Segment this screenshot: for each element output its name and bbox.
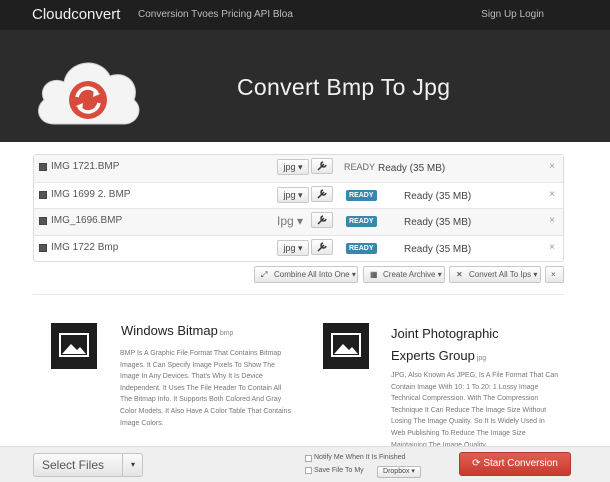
settings-wrench-icon[interactable] [311,185,333,202]
image-placeholder-icon [51,323,97,369]
dropbox-dropdown[interactable]: Dropbox ▾ [377,466,421,478]
archive-icon: ▦ [370,270,378,279]
save-to-label: Save File To My [314,467,364,474]
format-dropdown[interactable]: Ipg ▾ [277,213,309,229]
jpg-description: JPG, Also Known As JPEG, Is A File Forma… [391,372,559,449]
shuffle-icon: ✕ [456,270,463,279]
notify-checkbox[interactable] [305,455,312,462]
convert-all-label: Convert All To Ips ▾ [469,270,538,279]
format-dropdown[interactable]: jpg ▾ [277,239,309,256]
notify-label: Notify Me When It Is Finished [314,454,406,461]
save-to-checkbox[interactable] [305,467,312,474]
status-badge: READY [344,162,376,172]
archive-label: Create Archive ▾ [383,270,442,279]
file-row: IMG_1696.BMP Ipg ▾ READY Ready (35 MB) × [34,208,563,235]
refresh-icon: ⟳ [472,458,484,469]
format-dropdown[interactable]: jpg ▾ [277,159,309,175]
file-status: Ready (35 MB) [404,217,472,228]
file-name: IMG_1696.BMP [51,215,123,226]
bmp-title-text: Windows Bitmap [121,323,218,338]
file-row: IMG 1722 Bmp jpg ▾ READY Ready (35 MB) × [34,234,563,262]
file-list: IMG 1721.BMP jpg ▾ READY Ready (35 MB) ×… [33,154,564,262]
file-name: IMG 1699 2. BMP [51,188,131,200]
caret-down-icon[interactable]: ▾ [122,454,143,476]
bmp-info-title: Windows Bitmap bmp [121,323,233,338]
remove-file-icon[interactable]: × [549,242,555,253]
remove-file-icon[interactable]: × [549,189,555,200]
start-conversion-label: Start Conversion [483,458,558,469]
cloud-logo-icon [38,62,140,125]
image-file-icon [39,217,47,225]
remove-file-icon[interactable]: × [549,215,555,226]
jpg-info-title: Joint Photographic Experts Group jpg [391,323,531,370]
create-archive-button[interactable]: ▦ Create Archive ▾ [363,266,445,283]
section-divider [33,294,564,295]
status-badge: READY [346,189,377,201]
page-title: Convert Bmp To Jpg [237,74,451,100]
select-files-label: Select Files [42,458,105,472]
remove-file-icon[interactable]: × [549,161,555,172]
combine-label: Combine All Into One ▾ [274,270,356,279]
status-badge: READY [346,242,377,254]
file-name: IMG 1721.BMP [51,161,120,172]
jpg-ext-label: jpg [476,355,487,362]
start-conversion-button[interactable]: ⟳ Start Conversion [459,452,571,476]
image-file-icon [39,243,47,252]
bmp-ext-label: bmp [219,330,234,337]
file-row: IMG 1721.BMP jpg ▾ READY Ready (35 MB) × [34,155,563,182]
nav-links[interactable]: Conversion Tvoes Pricing API Bloa [138,9,293,20]
settings-wrench-icon[interactable] [311,238,333,255]
settings-wrench-icon[interactable] [311,212,333,228]
hero-banner: Convert Bmp To Jpg [0,30,610,142]
file-status: Ready (35 MB) [404,190,472,202]
status-badge: READY [346,216,377,227]
image-placeholder-icon [323,323,369,369]
format-dropdown[interactable]: jpg ▾ [277,186,309,203]
combine-button[interactable]: ⤢ Combine All Into One ▾ [254,266,358,283]
top-navbar: Cloudconvert Conversion Tvoes Pricing AP… [0,0,610,30]
brand-logo-text[interactable]: Cloudconvert [32,6,120,23]
expand-arrows-icon: ⤢ [261,270,268,279]
auth-links[interactable]: Sign Up Login [481,9,544,20]
convert-all-button[interactable]: ✕ Convert All To Ips ▾ [449,266,541,283]
select-files-button[interactable]: Select Files ▾ [33,453,143,477]
file-status: Ready (35 MB) [378,163,446,174]
image-file-icon [39,190,47,199]
image-file-icon [39,163,47,171]
clear-all-button[interactable]: × [545,266,564,283]
file-row: IMG 1699 2. BMP jpg ▾ READY Ready (35 MB… [34,181,563,209]
bmp-description: BMP Is A Graphic File Format That Contai… [120,350,291,427]
file-name: IMG 1722 Bmp [51,241,119,253]
file-status: Ready (35 MB) [404,243,472,255]
settings-wrench-icon[interactable] [311,158,333,174]
